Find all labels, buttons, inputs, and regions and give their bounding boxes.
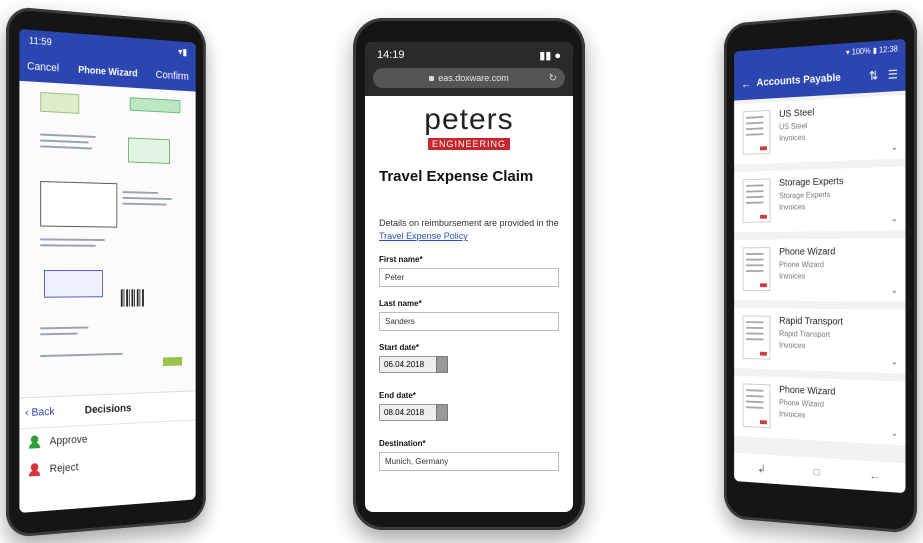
item-name: Phone Wizard	[779, 385, 835, 398]
end-date-value: 08.04.2018	[384, 408, 424, 417]
confirm-button[interactable]: Confirm	[156, 69, 189, 83]
phone-right-screen: ▾ 100% ▮ 12:38 ← Accounts Payable ⇅ ☰ US…	[734, 39, 905, 493]
back-button[interactable]: ‹ Back	[19, 405, 84, 420]
item-sub: US Steel	[779, 121, 814, 131]
app-title: Phone Wizard	[78, 64, 137, 79]
status-icons: ▾▮	[178, 47, 187, 58]
first-name-label: First name*	[379, 255, 559, 264]
item-name: US Steel	[779, 108, 814, 120]
last-name-input[interactable]: Sanders	[379, 312, 559, 331]
page-title: Travel Expense Claim	[379, 168, 559, 185]
end-date-picker[interactable]: 08.04.2018	[379, 404, 439, 421]
policy-link[interactable]: Travel Expense Policy	[379, 231, 468, 241]
start-date-value: 06.04.2018	[384, 360, 424, 369]
approve-user-icon	[29, 435, 42, 450]
destination-label: Destination*	[379, 439, 559, 448]
intro-text: Details on reimbursement are provided in…	[379, 217, 559, 243]
url-text: eas.doxware.com	[438, 73, 509, 83]
back-nav-icon[interactable]: ←	[869, 470, 879, 483]
sort-icon[interactable]: ⇅	[869, 69, 878, 83]
list-item[interactable]: Rapid Transport Rapid Transport Invoices…	[734, 308, 905, 374]
logo-subtitle: ENGINEERING	[428, 138, 510, 150]
phone-left-screen: 11:59 ▾▮ Cancel Phone Wizard Confirm ‹ B…	[19, 29, 195, 513]
status-time: 14:19	[377, 49, 405, 61]
phone-left: 11:59 ▾▮ Cancel Phone Wizard Confirm ‹ B…	[6, 6, 206, 538]
phone-center: 14:19 ▮▮ ● eas.doxware.com ↻ peters ENGI…	[353, 18, 585, 530]
document-highlight-box	[128, 137, 170, 164]
barcode-icon	[121, 289, 144, 306]
cancel-button[interactable]: Cancel	[27, 60, 59, 74]
document-address-box	[44, 270, 103, 298]
reject-label: Reject	[50, 462, 79, 476]
item-sub: Phone Wizard	[779, 260, 835, 269]
item-category: Invoices	[779, 341, 843, 351]
android-nav-bar: ↲ □ ←	[734, 453, 905, 493]
lock-icon	[429, 76, 434, 81]
app-title: Accounts Payable	[756, 71, 859, 89]
chevron-down-icon[interactable]: ⌄	[891, 213, 898, 224]
document-thumbnail	[743, 315, 771, 359]
chevron-down-icon[interactable]: ⌄	[891, 142, 898, 153]
chevron-down-icon[interactable]: ⌄	[891, 356, 898, 367]
last-name-label: Last name*	[379, 299, 559, 308]
item-category: Invoices	[779, 133, 814, 143]
item-sub: Rapid Transport	[779, 329, 843, 339]
back-label: Back	[31, 406, 54, 419]
dropdown-icon[interactable]	[436, 404, 448, 421]
status-bar: 14:19 ▮▮ ●	[365, 42, 573, 68]
status-time: 11:59	[29, 35, 52, 48]
document-preview[interactable]	[19, 81, 195, 399]
list-item[interactable]: Phone Wizard Phone Wizard Invoices ⌄	[734, 238, 905, 302]
dropdown-icon[interactable]	[436, 356, 448, 373]
url-field[interactable]: eas.doxware.com ↻	[373, 68, 565, 88]
document-thumbnail	[743, 179, 771, 223]
company-logo: peters ENGINEERING	[379, 106, 559, 152]
document-thumbnail	[743, 383, 771, 428]
document-thumbnail	[743, 110, 771, 155]
start-date-label: Start date*	[379, 343, 559, 352]
chevron-down-icon[interactable]: ⌄	[891, 285, 898, 296]
item-sub: Phone Wizard	[779, 398, 835, 409]
list-view-icon[interactable]: ☰	[888, 67, 898, 82]
list-item[interactable]: US Steel US Steel Invoices ⌄	[734, 95, 905, 165]
item-category: Invoices	[779, 202, 843, 212]
item-sub: Storage Experts	[779, 190, 843, 200]
logo-name: peters	[379, 106, 559, 134]
chevron-down-icon[interactable]: ⌄	[891, 428, 898, 439]
list-item[interactable]: Storage Experts Storage Experts Invoices…	[734, 166, 905, 232]
destination-input[interactable]: Munich, Germany	[379, 452, 559, 471]
phone-right: ▾ 100% ▮ 12:38 ← Accounts Payable ⇅ ☰ US…	[724, 8, 917, 534]
document-table	[40, 181, 117, 228]
reject-user-icon	[29, 463, 42, 478]
document-thumbnail	[743, 247, 771, 291]
status-icons: ▮▮ ●	[539, 49, 561, 62]
browser-url-bar: eas.doxware.com ↻	[365, 68, 573, 96]
back-arrow-icon[interactable]: ←	[741, 76, 756, 90]
form-body: peters ENGINEERING Travel Expense Claim …	[365, 106, 573, 471]
approve-label: Approve	[50, 434, 88, 448]
document-tag	[163, 357, 182, 366]
item-name: Rapid Transport	[779, 316, 843, 328]
reload-icon[interactable]: ↻	[549, 73, 557, 84]
decisions-title: Decisions	[85, 403, 132, 417]
invoice-list: US Steel US Steel Invoices ⌄ Storage Exp…	[734, 91, 905, 446]
recent-apps-icon[interactable]: ↲	[757, 462, 765, 475]
item-name: Storage Experts	[779, 176, 843, 189]
document-logo	[40, 92, 79, 114]
item-category: Invoices	[779, 272, 835, 281]
home-icon[interactable]: □	[814, 466, 820, 478]
end-date-label: End date*	[379, 391, 559, 400]
item-name: Phone Wizard	[779, 247, 835, 258]
document-stamp	[130, 97, 181, 113]
list-item[interactable]: Phone Wizard Phone Wizard Invoices ⌄	[734, 376, 905, 446]
phone-center-screen: 14:19 ▮▮ ● eas.doxware.com ↻ peters ENGI…	[365, 42, 573, 512]
start-date-picker[interactable]: 06.04.2018	[379, 356, 439, 373]
item-category: Invoices	[779, 410, 835, 421]
first-name-input[interactable]: Peter	[379, 268, 559, 287]
